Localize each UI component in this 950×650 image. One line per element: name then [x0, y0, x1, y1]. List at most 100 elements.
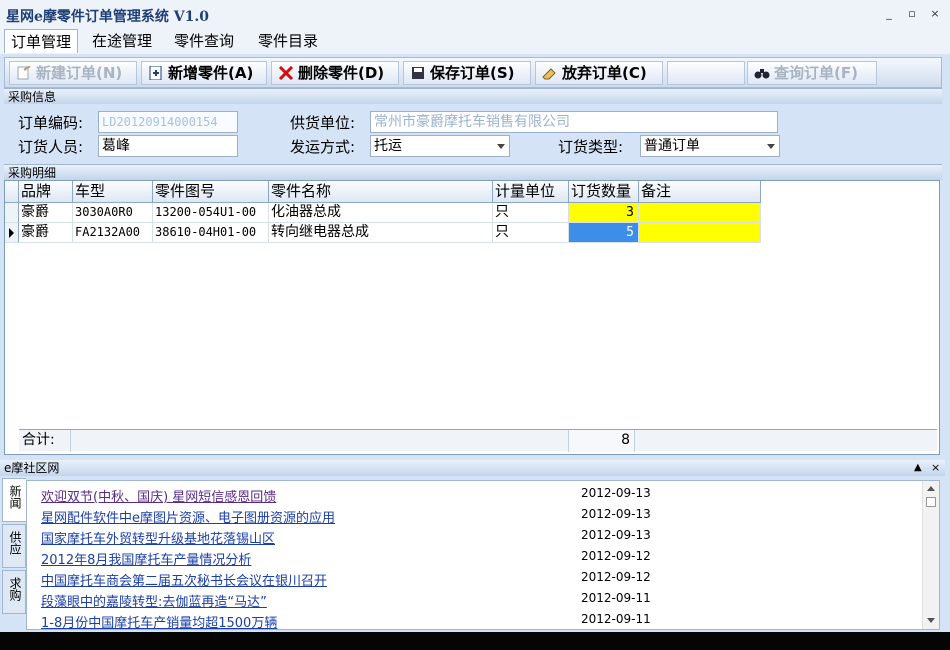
save-disk-icon — [412, 67, 424, 79]
menu-bar: 订单管理 在途管理 零件查询 零件目录 — [0, 28, 950, 54]
cell-note[interactable] — [639, 203, 761, 223]
collapse-icon[interactable]: ▲ — [914, 460, 922, 476]
news-link[interactable]: 中国摩托车商会第二届五次秘书长会议在银川召开 — [41, 570, 327, 589]
procurement-info-panel: 订单编码: LD20120914000154 供货单位: 常州市豪爵摩托车销售有… — [4, 104, 942, 160]
query-order-button[interactable]: 查询订单(F) — [747, 61, 877, 85]
cancel-order-button[interactable]: 放弃订单(C) — [535, 61, 663, 85]
news-link[interactable]: 国家摩托车外贸转型升级基地花落锡山区 — [41, 528, 275, 547]
news-date: 2012-09-13 — [581, 486, 651, 500]
menu-part-query[interactable]: 零件查询 — [168, 29, 240, 53]
col-part-name[interactable]: 零件名称 — [269, 181, 493, 203]
summary-row: 合计: 8 — [19, 429, 937, 452]
supplier-field[interactable]: 常州市豪爵摩托车销售有限公司 — [370, 111, 778, 133]
scroll-thumb[interactable] — [926, 497, 936, 507]
cell-brand[interactable]: 豪爵 — [19, 223, 73, 243]
list-item[interactable]: 国家摩托车外贸转型升级基地花落锡山区 2012-09-13 — [27, 525, 922, 547]
scroll-down-icon[interactable] — [927, 618, 935, 623]
sum-qty: 8 — [569, 430, 635, 452]
col-qty[interactable]: 订货数量 — [569, 181, 639, 203]
cell-part-no[interactable]: 13200-054U1-00 — [153, 203, 269, 223]
save-order-button[interactable]: 保存订单(S) — [403, 61, 531, 85]
news-date: 2012-09-12 — [581, 549, 651, 563]
col-brand[interactable]: 品牌 — [19, 181, 73, 203]
news-date: 2012-09-13 — [581, 507, 651, 521]
news-scrollbar[interactable] — [922, 481, 939, 629]
grid-corner — [5, 181, 19, 203]
list-item[interactable]: 欢迎双节(中秋、国庆) 星网短信感恩回馈 2012-09-13 — [27, 483, 922, 505]
table-row[interactable]: 豪爵 FA2132A00 38610-04H01-00 转向继电器总成 只 5 — [5, 223, 761, 243]
list-item[interactable]: 1-8月份中国摩托车产销量均超1500万辆 2012-09-11 — [27, 609, 922, 629]
cell-model[interactable]: FA2132A00 — [73, 223, 153, 243]
cell-note[interactable] — [639, 223, 761, 243]
menu-part-catalog[interactable]: 零件目录 — [252, 29, 324, 53]
news-panel-title: e摩社区网 — [4, 461, 60, 475]
news-link[interactable]: 2012年8月我国摩托车产量情况分析 — [41, 549, 251, 568]
news-date: 2012-09-11 — [581, 612, 651, 626]
orderer-label: 订货人员: — [18, 138, 84, 156]
col-unit[interactable]: 计量单位 — [493, 181, 569, 203]
tab-supply[interactable]: 供应 — [2, 524, 26, 568]
cell-qty[interactable]: 3 — [569, 203, 639, 223]
eraser-icon — [542, 68, 556, 80]
order-type-select[interactable]: 普通订单 — [640, 135, 780, 157]
news-panel-header: e摩社区网 ▲ × — [0, 460, 945, 476]
supplier-label: 供货单位: — [290, 114, 356, 132]
detail-header: 采购明细 — [4, 164, 942, 180]
add-part-button[interactable]: 新增零件(A) — [141, 61, 267, 85]
restore-button[interactable]: ▫ — [905, 7, 919, 21]
toolbar-spacer-button — [667, 61, 745, 85]
close-button[interactable]: × — [928, 7, 942, 21]
procurement-info-header: 采购信息 — [4, 88, 942, 104]
cell-unit[interactable]: 只 — [493, 223, 569, 243]
close-icon[interactable]: × — [931, 460, 940, 476]
new-document-icon — [17, 66, 31, 80]
cell-brand[interactable]: 豪爵 — [19, 203, 73, 223]
sum-tail — [635, 430, 937, 452]
cell-unit[interactable]: 只 — [493, 203, 569, 223]
minimize-button[interactable]: _ — [882, 7, 896, 21]
col-part-no[interactable]: 零件图号 — [153, 181, 269, 203]
cell-model[interactable]: 3030A0R0 — [73, 203, 153, 223]
order-no-label: 订单编码: — [18, 114, 84, 132]
title-bar: 星网e摩零件订单管理系统 V1.0 _ ▫ × — [0, 0, 950, 30]
chevron-down-icon — [497, 144, 505, 149]
shipping-label: 发运方式: — [290, 138, 356, 156]
cell-part-name[interactable]: 化油器总成 — [269, 203, 493, 223]
col-note[interactable]: 备注 — [639, 181, 761, 203]
detail-grid: 品牌 车型 零件图号 零件名称 计量单位 订货数量 备注 豪爵 3030A0R0… — [4, 180, 940, 455]
shipping-select[interactable]: 托运 — [370, 135, 510, 157]
cell-qty[interactable]: 5 — [569, 223, 639, 243]
new-order-button[interactable]: 新建订单(N) — [9, 61, 137, 85]
status-bar — [0, 632, 950, 650]
news-link[interactable]: 1-8月份中国摩托车产销量均超1500万辆 — [41, 612, 277, 629]
tab-news[interactable]: 新闻 — [2, 478, 26, 522]
col-model[interactable]: 车型 — [73, 181, 153, 203]
list-item[interactable]: 2012年8月我国摩托车产量情况分析 2012-09-12 — [27, 546, 922, 568]
cell-part-name[interactable]: 转向继电器总成 — [269, 223, 493, 243]
list-item[interactable]: 星网配件软件中e摩图片资源、电子图册资源的应用 2012-09-13 — [27, 504, 922, 526]
news-link[interactable]: 段藻眼中的嘉陵转型:去伽蓝再造“马达” — [41, 591, 267, 610]
news-panel: e摩社区网 ▲ × 新闻 供应 求购 欢迎双节(中秋、国庆) 星网短信感恩回馈 … — [0, 460, 945, 632]
delete-part-button[interactable]: 删除零件(D) — [271, 61, 399, 85]
row-indicator — [5, 203, 19, 223]
news-date: 2012-09-11 — [581, 591, 651, 605]
list-item[interactable]: 段藻眼中的嘉陵转型:去伽蓝再造“马达” 2012-09-11 — [27, 588, 922, 610]
tab-purchase[interactable]: 求购 — [2, 570, 26, 614]
menu-in-transit[interactable]: 在途管理 — [86, 29, 158, 53]
toolbar: 新建订单(N) 新增零件(A) 删除零件(D) 保存订单(S) 放弃订单(C) … — [4, 57, 942, 88]
sum-spacer — [71, 430, 569, 452]
order-type-label: 订货类型: — [558, 138, 624, 156]
table-row[interactable]: 豪爵 3030A0R0 13200-054U1-00 化油器总成 只 3 — [5, 203, 761, 223]
sum-label: 合计: — [19, 430, 71, 452]
grid-header-row: 品牌 车型 零件图号 零件名称 计量单位 订货数量 备注 — [5, 181, 761, 203]
news-link[interactable]: 欢迎双节(中秋、国庆) 星网短信感恩回馈 — [41, 486, 276, 505]
scroll-up-icon[interactable] — [927, 486, 935, 491]
news-list: 欢迎双节(中秋、国庆) 星网短信感恩回馈 2012-09-13 星网配件软件中e… — [26, 480, 940, 630]
list-item[interactable]: 中国摩托车商会第二届五次秘书长会议在银川召开 2012-09-12 — [27, 567, 922, 589]
orderer-field[interactable]: 葛峰 — [98, 135, 238, 157]
order-no-field[interactable]: LD20120914000154 — [98, 111, 238, 133]
news-link[interactable]: 星网配件软件中e摩图片资源、电子图册资源的应用 — [41, 507, 335, 526]
menu-order-management[interactable]: 订单管理 — [4, 29, 79, 53]
cell-part-no[interactable]: 38610-04H01-00 — [153, 223, 269, 243]
news-side-tabs: 新闻 供应 求购 — [2, 478, 26, 628]
